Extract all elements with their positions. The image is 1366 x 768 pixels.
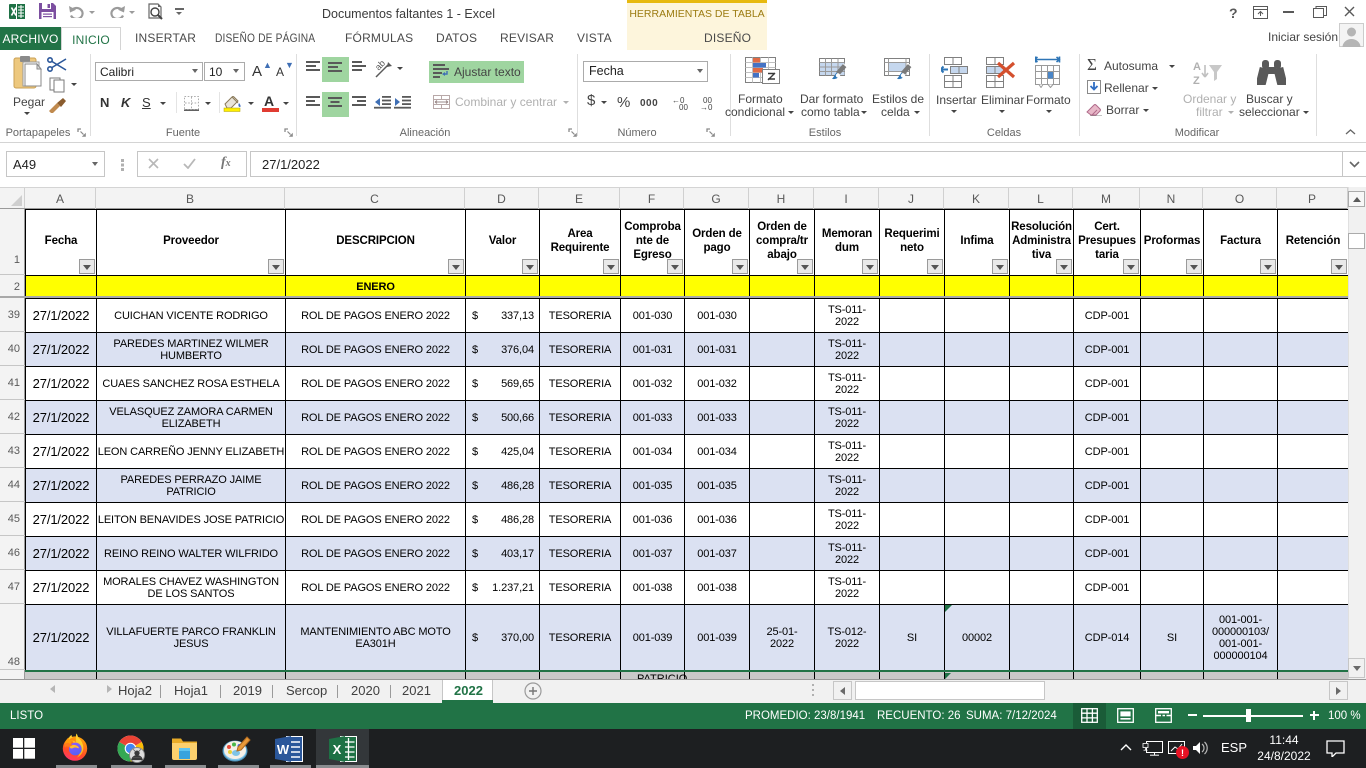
svg-text:X: X <box>333 742 342 757</box>
svg-text:ab: ab <box>375 60 387 72</box>
svg-text:W: W <box>277 742 290 757</box>
svg-text:Z: Z <box>1193 75 1200 86</box>
svg-text:00: 00 <box>679 103 688 110</box>
svg-text:→0: →0 <box>700 103 713 110</box>
svg-text:A: A <box>1193 61 1201 73</box>
